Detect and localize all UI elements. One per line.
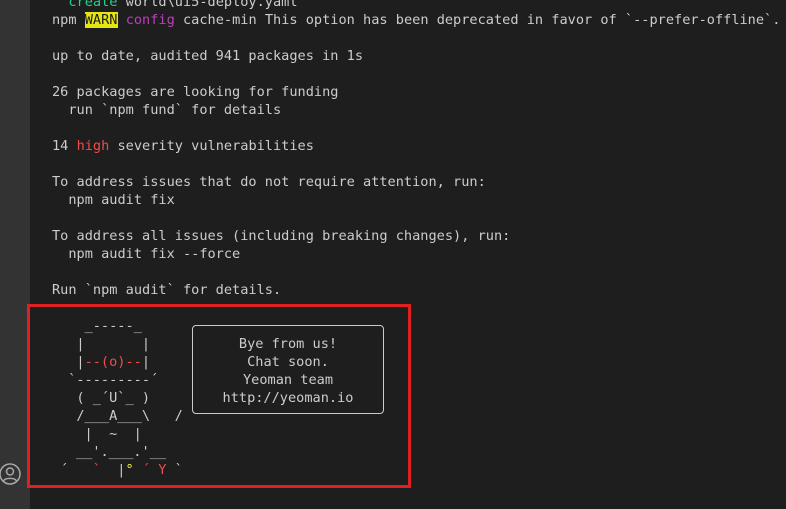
vuln-suffix: severity vulnerabilities (109, 138, 314, 154)
yeoman-art-arm: / (150, 408, 183, 424)
create-path: world\ui5-deploy.yaml (125, 0, 298, 10)
fix-intro-line: To address issues that do not require at… (52, 174, 486, 190)
yeoman-art-line-3: |--(o)--| (60, 353, 150, 371)
warn-space (118, 12, 126, 28)
speech-link[interactable]: http://yeoman.io (193, 389, 383, 407)
yeoman-art-line-5: ( _´U`_ ) (60, 390, 151, 406)
yeoman-art-leg-left: ´ (60, 462, 93, 478)
yeoman-art-line-9: ´ ` |° ´ Y ` (60, 461, 183, 479)
speech-line-1: Bye from us! (238, 336, 338, 352)
warn-badge: WARN (84, 12, 118, 28)
warn-message: cache-min This option has been deprecate… (174, 12, 781, 28)
force-intro-line: To address all issues (including breakin… (52, 228, 511, 244)
npm-warn-line: npm WARN config cache-min This option ha… (52, 11, 780, 29)
vuln-count: 14 (52, 138, 77, 154)
yeoman-art-eye: --(o)-- (84, 354, 142, 370)
yeoman-art-line-2: | | (60, 336, 151, 352)
warn-cmd: npm (52, 12, 85, 28)
yeoman-art-boot-right: ´ Y (141, 462, 167, 478)
vulnerabilities-line: 14 high severity vulnerabilities (52, 137, 314, 155)
audit-result-line: up to date, audited 941 packages in 1s (52, 48, 363, 64)
yeoman-art-torso-left: | (60, 426, 110, 442)
speech-bubble: Bye from us! Chat soon. Yeoman team http… (192, 325, 384, 414)
create-prefix: create (52, 0, 126, 10)
yeoman-art-frame-right: | (141, 354, 151, 370)
fix-command-line: npm audit fix (52, 192, 175, 208)
speech-line-2: Chat soon. (247, 354, 329, 370)
yeoman-art-leg-right: ` (166, 462, 183, 478)
details-line: Run `npm audit` for details. (52, 282, 282, 298)
yeoman-art-frame-left: | (60, 354, 85, 370)
warn-config: config (125, 12, 175, 28)
speech-line-3: Yeoman team (242, 372, 334, 388)
funding-line-2: run `npm fund` for details (52, 102, 282, 118)
yeoman-art-degree: ° (125, 462, 134, 478)
yeoman-art-torso-right: | (117, 426, 142, 442)
yeoman-art-line-6: /___A___\ / (60, 407, 183, 425)
vuln-severity: high (76, 138, 110, 154)
yeoman-art-line-8: __'.___.'__ (76, 444, 167, 460)
account-icon[interactable] (0, 462, 22, 486)
create-line: create world\ui5-deploy.yaml (52, 0, 298, 11)
yeoman-art-body: /___A___\ (60, 408, 151, 424)
yeoman-art-line-7: | ~ | (60, 425, 142, 443)
force-command-line: npm audit fix --force (52, 246, 241, 262)
yeoman-art-boot-left: ` (92, 462, 101, 478)
yeoman-art-leg-mid: | (100, 462, 126, 478)
funding-line-1: 26 packages are looking for funding (52, 84, 339, 100)
yeoman-art-line-1: _-----_ (60, 318, 142, 334)
activity-bar (0, 0, 30, 509)
yeoman-art-spacer (134, 462, 142, 478)
yeoman-art-line-4: `---------´ (60, 372, 159, 388)
